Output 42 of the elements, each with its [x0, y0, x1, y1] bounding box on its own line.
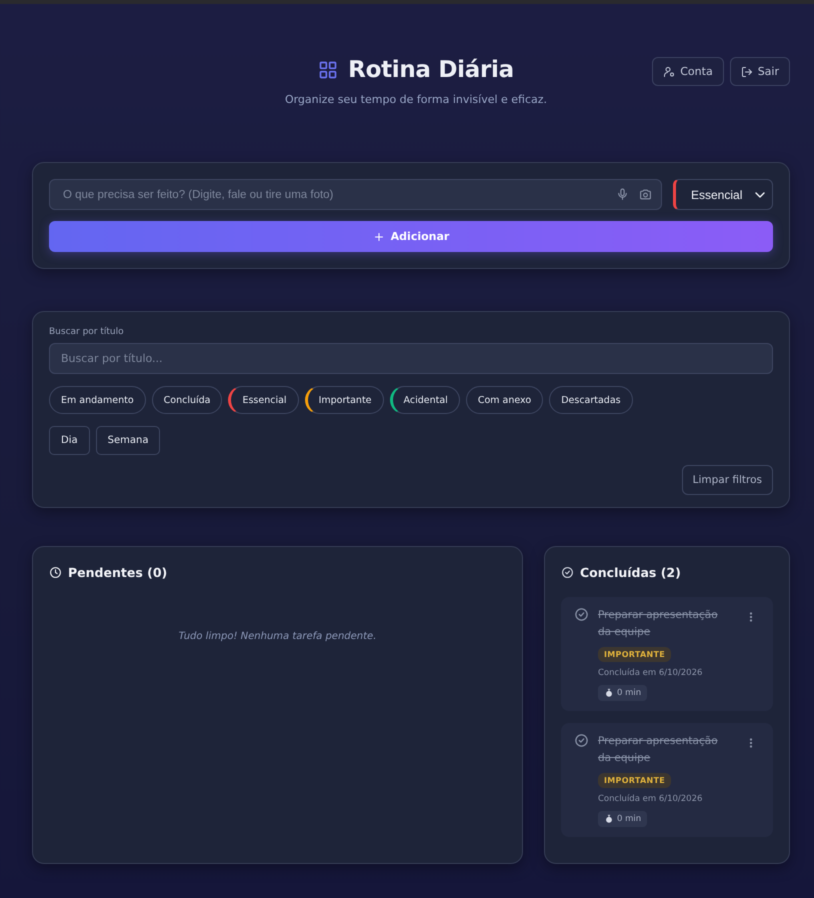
filter-chip[interactable]: Em andamento: [49, 386, 146, 414]
task-title: Preparar apresentação da equipe: [598, 734, 719, 766]
filter-chip[interactable]: Concluída: [152, 386, 222, 414]
task-input-field[interactable]: O que precisa ser feito? (Digite, fale ou tire uma foto): [49, 179, 662, 210]
duration-text: 0 min: [617, 688, 642, 698]
logout-button[interactable]: Sair: [730, 57, 790, 86]
check-circle-icon: [574, 733, 589, 748]
priority-select[interactable]: Essencial: [673, 179, 773, 210]
priority-tag: IMPORTANTE: [598, 773, 672, 788]
microphone-icon: [616, 188, 629, 201]
subtitle: Organize seu tempo de forma invisível e eficaz.: [284, 93, 548, 106]
duration-text: 0 min: [617, 814, 642, 824]
priority-tag: IMPORTANTE: [598, 647, 672, 662]
task-title: Preparar apresentação da equipe: [598, 608, 719, 640]
completion-date: Concluída em 6/10/2026: [598, 668, 702, 678]
add-button[interactable]: Adicionar: [49, 221, 773, 252]
check-circle-icon: [574, 607, 589, 622]
grid-icon: [318, 60, 338, 80]
filter-chip[interactable]: Descartadas: [549, 386, 633, 414]
search-label: Buscar por título: [49, 327, 125, 337]
period-button[interactable]: Dia: [49, 426, 90, 455]
filter-chip[interactable]: Importante: [304, 386, 384, 414]
filter-chip[interactable]: Acidental: [390, 386, 460, 414]
panel-title: Pendentes (0): [68, 565, 168, 580]
search-field[interactable]: Buscar por título...: [49, 343, 773, 374]
clear-filters-button[interactable]: Limpar filtros: [682, 465, 773, 495]
stopwatch-icon: [604, 814, 614, 824]
clock-icon: [49, 566, 62, 579]
camera-icon: [639, 188, 652, 201]
filter-chip[interactable]: Essencial: [228, 386, 299, 414]
plus-icon: [372, 230, 385, 242]
period-button[interactable]: Semana: [96, 426, 160, 455]
stopwatch-icon: [604, 688, 614, 698]
filter-chip[interactable]: Com anexo: [466, 386, 544, 414]
check-circle-icon: [561, 566, 574, 579]
empty-message: Tudo limpo! Nenhuma tarefa pendente.: [178, 631, 378, 642]
logout-icon: [740, 66, 753, 78]
app-title: Rotina Diária: [348, 57, 514, 83]
panel-title: Concluídas (2): [580, 565, 681, 580]
account-button[interactable]: Conta: [652, 57, 724, 86]
user-icon: [663, 66, 676, 78]
completion-date: Concluída em 6/10/2026: [598, 794, 702, 804]
